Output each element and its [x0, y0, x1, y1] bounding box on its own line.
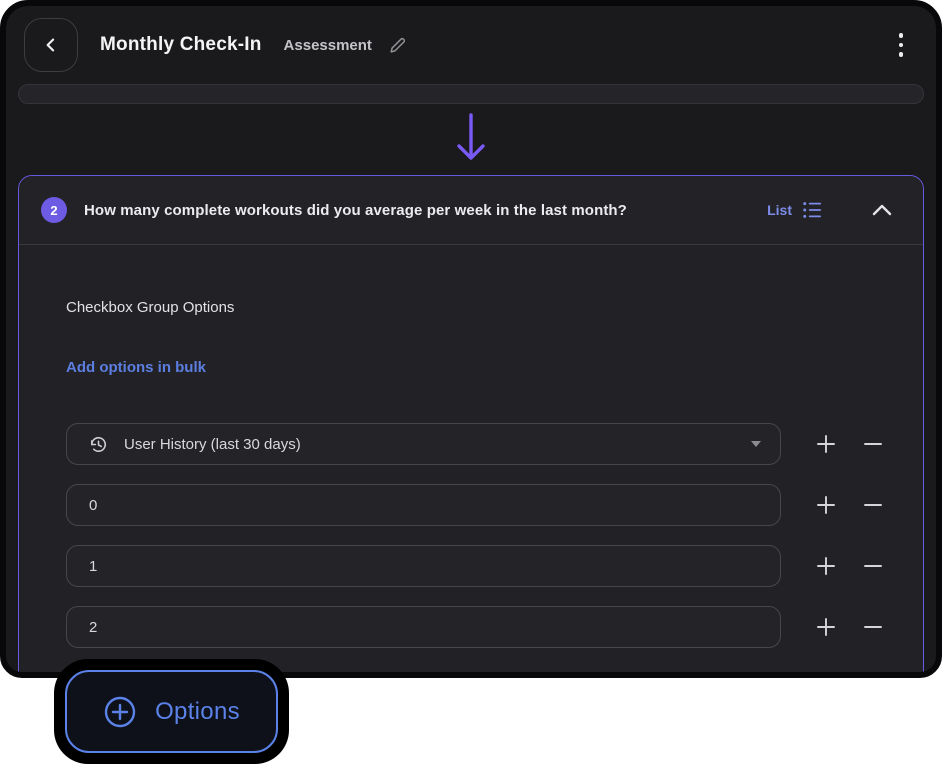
list-icon: [801, 200, 823, 220]
page-title: Monthly Check-In: [100, 34, 262, 55]
option-rows: User History (last 30 days) 0 1 2: [19, 423, 923, 672]
minus-icon: [862, 616, 884, 638]
option-input-2[interactable]: 2: [66, 606, 781, 648]
question-number-badge: 2: [41, 197, 67, 223]
option-value: User History (last 30 days): [124, 435, 301, 453]
option-value: 0: [89, 496, 98, 514]
options-button-label: Options: [155, 697, 240, 725]
options-button-highlight: Options: [54, 659, 289, 764]
history-icon: [89, 435, 108, 454]
add-option-button[interactable]: [811, 429, 841, 459]
remove-option-button[interactable]: [858, 612, 888, 642]
option-row: 1: [19, 545, 923, 587]
back-button[interactable]: [24, 18, 78, 72]
plus-icon: [815, 616, 837, 638]
minus-icon: [862, 555, 884, 577]
question-card-header: 2 How many complete workouts did you ave…: [19, 176, 923, 244]
previous-card-edge[interactable]: [18, 84, 924, 104]
question-type-selector[interactable]: List: [767, 200, 823, 220]
remove-option-button[interactable]: [858, 429, 888, 459]
remove-option-button[interactable]: [858, 551, 888, 581]
minus-icon: [862, 433, 884, 455]
option-value: 2: [89, 618, 98, 636]
question-card-body: Checkbox Group Options Add options in bu…: [19, 245, 923, 672]
chevron-up-icon: [871, 203, 893, 217]
option-value: 1: [89, 557, 98, 575]
arrow-down-icon: [6, 108, 936, 168]
option-input-0[interactable]: 0: [66, 484, 781, 526]
option-input-1[interactable]: 1: [66, 545, 781, 587]
section-label: Checkbox Group Options: [66, 299, 235, 316]
remove-option-button[interactable]: [858, 490, 888, 520]
add-option-button[interactable]: [811, 612, 841, 642]
option-input-user-history[interactable]: User History (last 30 days): [66, 423, 781, 465]
plus-circle-icon: [103, 695, 137, 729]
header: Monthly Check-In Assessment: [6, 6, 936, 84]
plus-icon: [815, 494, 837, 516]
question-text: How many complete workouts did you avera…: [84, 201, 627, 219]
add-option-button[interactable]: [811, 551, 841, 581]
option-row: User History (last 30 days): [19, 423, 923, 465]
app-window: Monthly Check-In Assessment 2 How many c…: [0, 0, 942, 678]
add-option-button[interactable]: [811, 490, 841, 520]
options-button[interactable]: Options: [65, 670, 278, 753]
plus-icon: [815, 555, 837, 577]
option-row: 2: [19, 606, 923, 648]
option-row: 0: [19, 484, 923, 526]
collapse-question-button[interactable]: [871, 203, 893, 217]
page-subtitle: Assessment: [283, 36, 372, 54]
chevron-left-icon: [41, 35, 61, 55]
pencil-icon[interactable]: [388, 36, 407, 55]
caret-down-icon: [750, 440, 762, 448]
plus-icon: [815, 433, 837, 455]
question-card: 2 How many complete workouts did you ave…: [18, 175, 924, 672]
kebab-menu-icon[interactable]: [884, 25, 918, 65]
question-type-label: List: [767, 202, 792, 218]
minus-icon: [862, 494, 884, 516]
add-options-in-bulk-link[interactable]: Add options in bulk: [66, 359, 206, 379]
